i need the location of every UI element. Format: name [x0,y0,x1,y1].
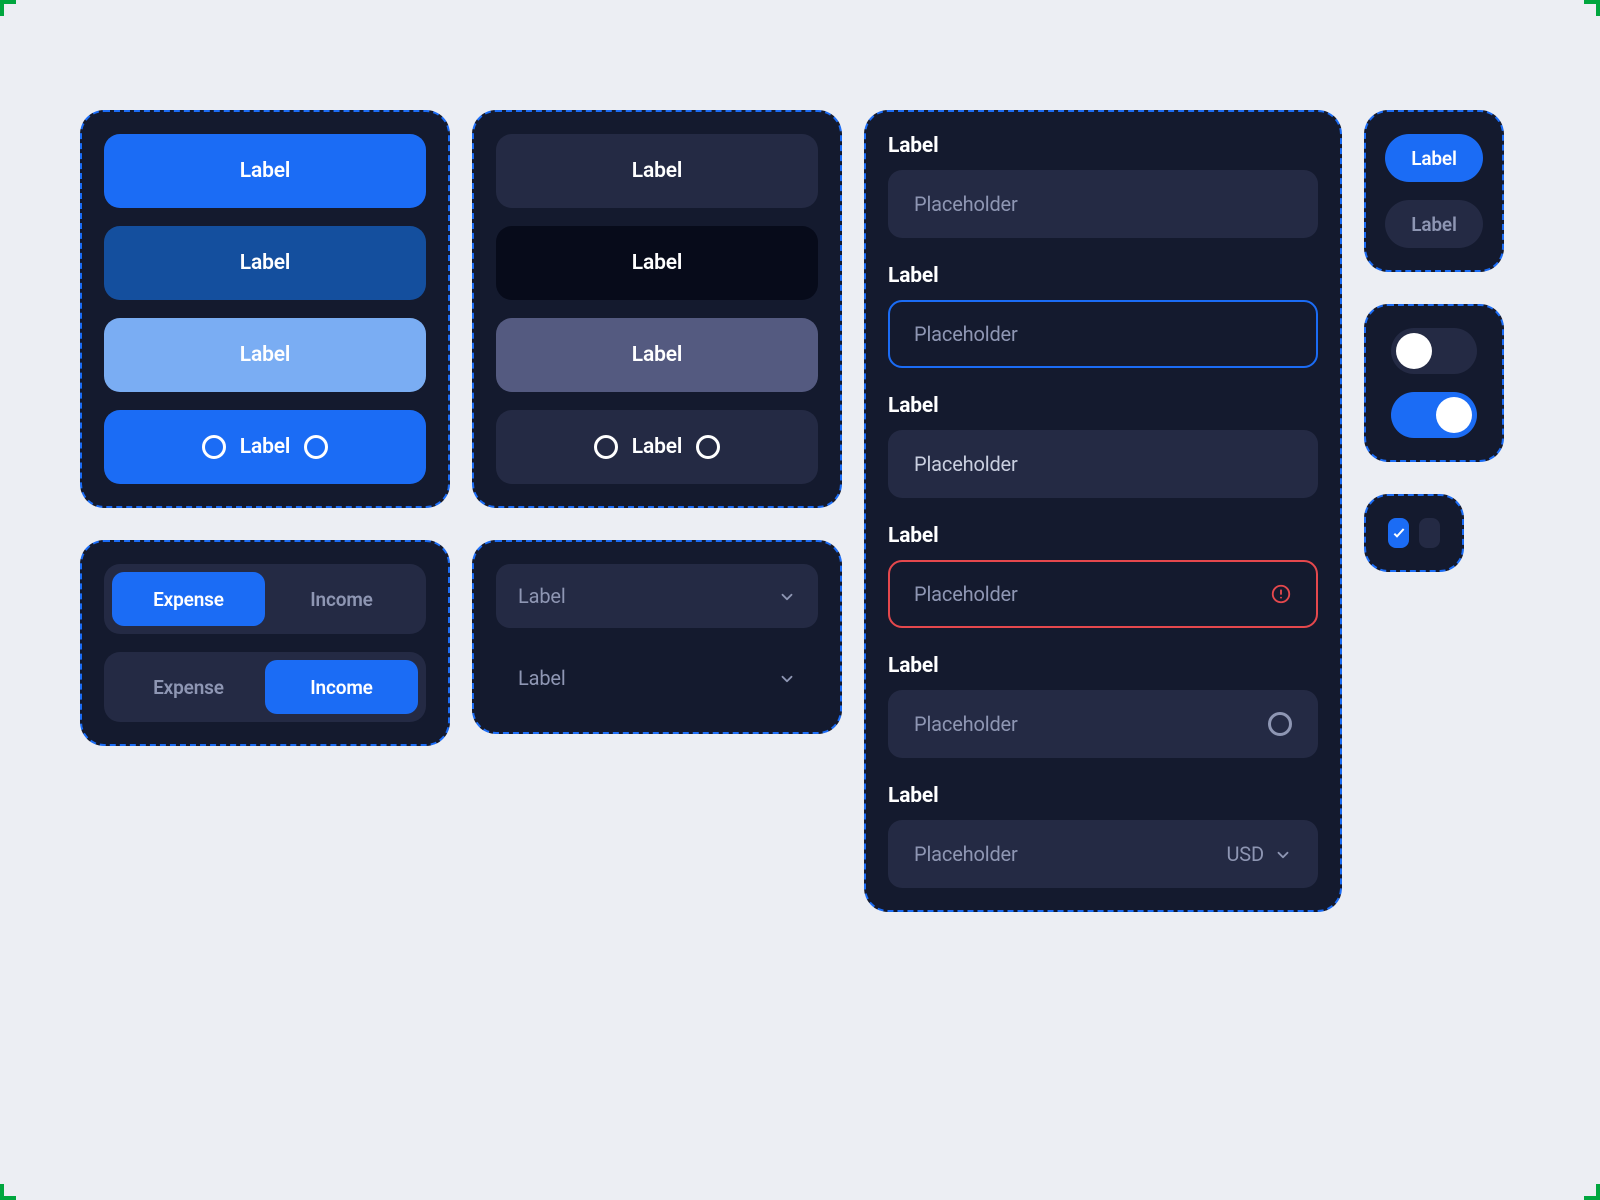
segment-label: Income [310,588,373,611]
segmented-control-expense[interactable]: Expense Income [104,564,426,634]
input-label: Label [888,264,1318,288]
select-filled[interactable]: Label [496,564,818,628]
text-input-focused[interactable]: Placeholder [888,300,1318,368]
button-label: Label [240,159,290,183]
toggle-knob [1396,333,1432,369]
input-placeholder: Placeholder [914,452,1018,476]
text-input-currency[interactable]: Placeholder USD [888,820,1318,888]
input-placeholder: Placeholder [914,192,1018,216]
chevron-down-icon [778,669,796,687]
button-label: Label [240,435,290,459]
panel-selects: Label Label [472,540,842,734]
button-secondary-hover[interactable]: Label [496,226,818,300]
input-field-error: Label Placeholder [888,524,1318,628]
segment-label: Income [310,676,373,699]
circle-icon [696,435,720,459]
input-label: Label [888,654,1318,678]
button-label: Label [240,343,290,367]
chevron-down-icon [778,587,796,605]
circle-icon [594,435,618,459]
panel-primary-buttons: Label Label Label Label [80,110,450,508]
button-label: Label [632,251,682,275]
circle-icon [1268,712,1292,736]
component-sheet: Label Label Label Label Expense Income [80,110,1540,912]
panel-chips: Label Label [1364,110,1504,272]
button-primary-disabled: Label [104,318,426,392]
button-label: Label [240,251,290,275]
select-ghost[interactable]: Label [496,646,818,710]
text-input[interactable]: Placeholder [888,430,1318,498]
currency-label: USD [1227,842,1265,866]
segment-income[interactable]: Income [265,572,418,626]
segment-expense[interactable]: Expense [112,572,265,626]
check-icon [1391,525,1407,541]
chip-active[interactable]: Label [1385,134,1483,182]
panel-inputs: Label Placeholder Label Placeholder Labe… [864,110,1342,912]
input-label: Label [888,134,1318,158]
button-primary-default[interactable]: Label [104,134,426,208]
toggle-off[interactable] [1391,328,1477,374]
input-field-trailing-icon: Label Placeholder [888,654,1318,758]
button-primary-hover[interactable]: Label [104,226,426,300]
segment-label: Expense [153,588,224,611]
panel-secondary-buttons: Label Label Label Label [472,110,842,508]
panel-checkboxes [1364,494,1464,572]
input-placeholder: Placeholder [914,712,1018,736]
checkbox-unchecked[interactable] [1419,518,1440,548]
select-label: Label [518,584,566,608]
column-inputs: Label Placeholder Label Placeholder Labe… [864,110,1342,912]
input-field-currency: Label Placeholder USD [888,784,1318,888]
input-label: Label [888,524,1318,548]
column-small-controls: Label Label [1364,110,1504,572]
circle-icon [304,435,328,459]
segment-label: Expense [153,676,224,699]
button-secondary-disabled: Label [496,318,818,392]
chip-label: Label [1411,147,1457,170]
input-field-focused: Label Placeholder [888,264,1318,368]
chip-inactive[interactable]: Label [1385,200,1483,248]
panel-segmented: Expense Income Expense Income [80,540,450,746]
button-secondary-icons[interactable]: Label [496,410,818,484]
text-input[interactable]: Placeholder [888,170,1318,238]
alert-icon [1270,583,1292,605]
input-placeholder: Placeholder [914,842,1018,866]
segment-income[interactable]: Income [265,660,418,714]
select-label: Label [518,666,566,690]
currency-selector[interactable]: USD [1227,842,1293,866]
column-secondary-buttons: Label Label Label Label Label La [472,110,842,734]
segmented-control-income[interactable]: Expense Income [104,652,426,722]
panel-toggles [1364,304,1504,462]
button-label: Label [632,159,682,183]
button-secondary-default[interactable]: Label [496,134,818,208]
circle-icon [202,435,226,459]
button-label: Label [632,435,682,459]
toggle-knob [1436,397,1472,433]
input-label: Label [888,394,1318,418]
text-input-error[interactable]: Placeholder [888,560,1318,628]
input-field-default: Label Placeholder [888,134,1318,238]
button-primary-icons[interactable]: Label [104,410,426,484]
segment-expense[interactable]: Expense [112,660,265,714]
column-primary-buttons: Label Label Label Label Expense Income [80,110,450,746]
text-input-with-icon[interactable]: Placeholder [888,690,1318,758]
input-field-active: Label Placeholder [888,394,1318,498]
input-placeholder: Placeholder [914,582,1018,606]
input-label: Label [888,784,1318,808]
input-placeholder: Placeholder [914,322,1018,346]
chip-label: Label [1411,213,1457,236]
toggle-on[interactable] [1391,392,1477,438]
chevron-down-icon [1274,845,1292,863]
checkbox-checked[interactable] [1388,518,1409,548]
button-label: Label [632,343,682,367]
